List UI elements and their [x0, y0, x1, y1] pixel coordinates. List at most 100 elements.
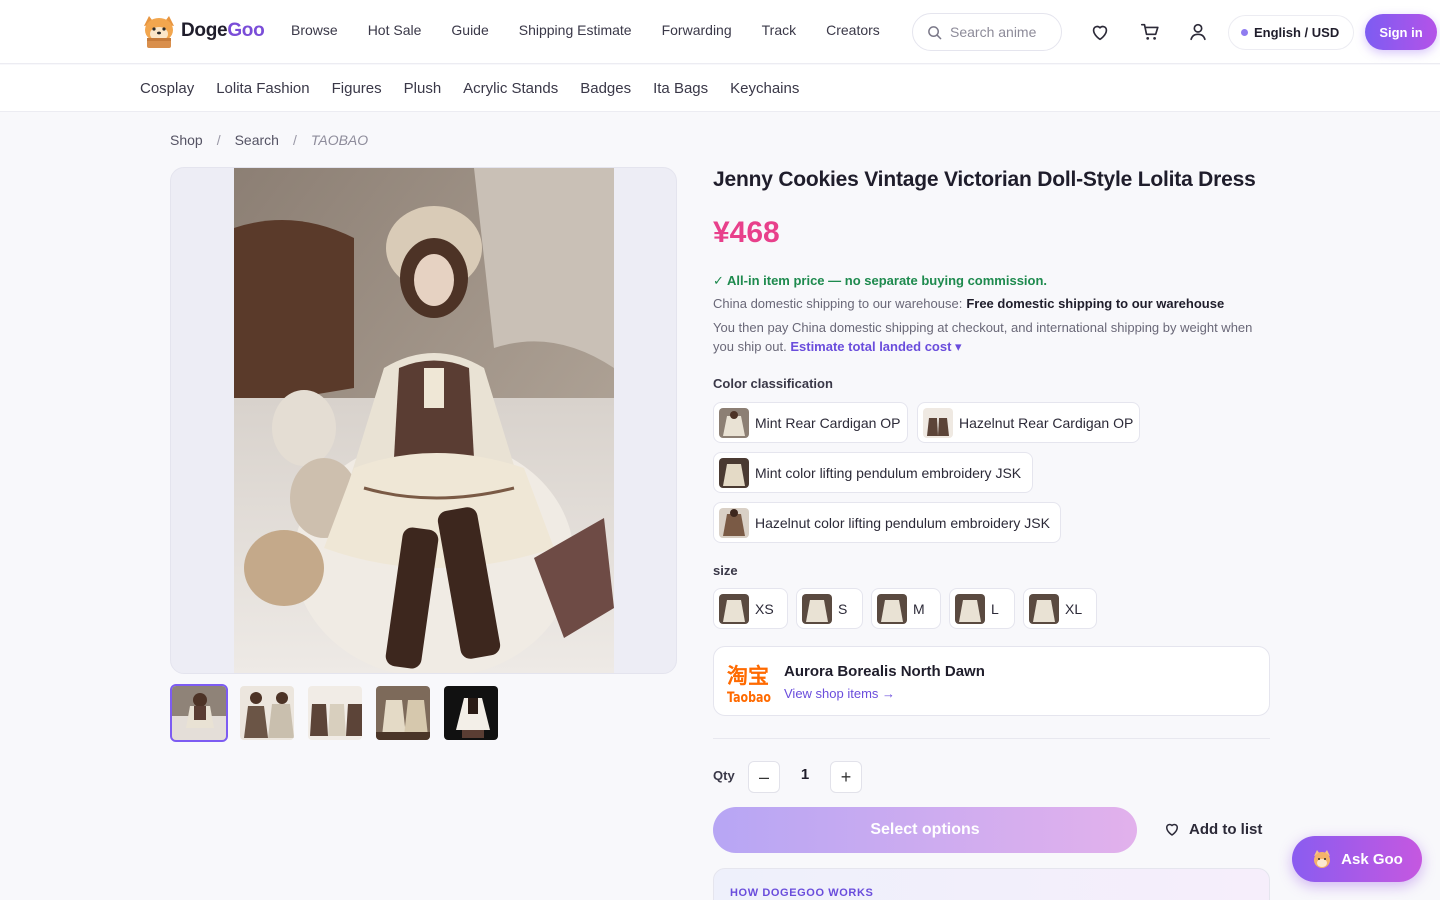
divider — [713, 738, 1270, 739]
account-button[interactable] — [1186, 20, 1210, 44]
all-in-price-note: ✓ All-in item price — no separate buying… — [713, 273, 1048, 288]
swatch-image — [719, 507, 749, 538]
domestic-shipping-info: China domestic shipping to our warehouse… — [713, 296, 1224, 311]
size-option-xl[interactable]: XL — [1023, 588, 1097, 629]
color-option-label: Mint Rear Cardigan OP — [755, 414, 901, 431]
ask-goo-chat-button[interactable]: Ask Goo — [1292, 836, 1422, 882]
logo[interactable]: DogeGoo — [141, 14, 265, 48]
size-option-label: size — [713, 563, 738, 578]
swatch-image — [719, 593, 749, 624]
category-plush[interactable]: Plush — [404, 80, 442, 97]
size-option-m[interactable]: M — [871, 588, 941, 629]
shop-name: Aurora Borealis North Dawn — [784, 663, 985, 680]
product-price: ¥468 — [713, 216, 780, 249]
top-navigation: DogeGoo Browse Hot Sale Guide Shipping E… — [0, 0, 1440, 64]
add-to-list-label: Add to list — [1189, 820, 1263, 838]
search-box[interactable] — [912, 13, 1062, 51]
wishlist-button[interactable] — [1088, 20, 1112, 44]
how-it-works-card: HOW DOGEGOO WORKS — [713, 868, 1270, 900]
size-option-label: M — [913, 600, 925, 617]
estimate-landed-cost-link[interactable]: Estimate total landed cost ▾ — [790, 339, 961, 354]
cart-button[interactable] — [1138, 20, 1162, 44]
main-nav: Browse Hot Sale Guide Shipping Estimate … — [291, 22, 910, 38]
shipping-value: Free domestic shipping to our warehouse — [966, 296, 1225, 311]
logo-text: DogeGoo — [181, 20, 265, 42]
shiba-logo-icon — [141, 14, 177, 48]
quantity-value[interactable]: 1 — [790, 766, 820, 783]
color-option-hazelnut-jsk[interactable]: Hazelnut color lifting pendulum embroide… — [713, 502, 1061, 543]
shiba-chat-icon — [1314, 850, 1331, 868]
category-ita-bags[interactable]: Ita Bags — [653, 80, 708, 97]
quantity-increment-button[interactable]: + — [830, 761, 862, 793]
language-label: English / USD — [1254, 25, 1340, 40]
size-option-label: L — [991, 600, 999, 617]
search-input[interactable] — [950, 24, 1050, 40]
logo-text-doge: Doge — [181, 20, 228, 41]
sign-in-button[interactable]: Sign in — [1365, 14, 1437, 50]
shipping-note: You then pay China domestic shipping at … — [713, 318, 1273, 356]
breadcrumb-search[interactable]: Search — [235, 132, 279, 148]
category-bar: Cosplay Lolita Fashion Figures Plush Acr… — [0, 65, 1440, 112]
breadcrumb-shop[interactable]: Shop — [170, 132, 203, 148]
size-option-xs[interactable]: XS — [713, 588, 788, 629]
shipping-label: China domestic shipping to our warehouse… — [713, 296, 963, 311]
thumbnail-1[interactable] — [170, 684, 228, 742]
breadcrumb-separator: / — [216, 132, 221, 148]
nav-browse[interactable]: Browse — [291, 22, 338, 38]
breadcrumb: Shop / Search / TAOBAO — [170, 132, 368, 148]
category-acrylic-stands[interactable]: Acrylic Stands — [463, 80, 558, 97]
swatch-image — [877, 593, 907, 624]
swatch-image — [802, 593, 832, 624]
size-option-l[interactable]: L — [949, 588, 1015, 629]
color-option-label: Hazelnut Rear Cardigan OP — [959, 414, 1134, 431]
category-keychains[interactable]: Keychains — [730, 80, 799, 97]
user-icon — [1190, 23, 1206, 41]
size-option-label: S — [838, 600, 848, 617]
nav-creators[interactable]: Creators — [826, 22, 880, 38]
shop-card[interactable]: 淘宝 Taobao Aurora Borealis North Dawn Vie… — [713, 646, 1270, 716]
select-options-button[interactable]: Select options — [713, 807, 1137, 853]
product-main-image[interactable] — [170, 167, 677, 674]
ask-goo-label: Ask Goo — [1341, 850, 1403, 868]
product-photo — [234, 168, 614, 673]
category-figures[interactable]: Figures — [332, 80, 382, 97]
thumbnail-strip — [170, 684, 500, 742]
color-option-hazelnut-cardigan[interactable]: Hazelnut Rear Cardigan OP — [917, 402, 1140, 443]
swatch-image — [923, 407, 953, 438]
thumbnail-4[interactable] — [374, 684, 432, 742]
globe-icon — [1241, 29, 1248, 36]
thumbnail-2[interactable] — [238, 684, 296, 742]
swatch-image — [1029, 593, 1059, 624]
nav-hot-sale[interactable]: Hot Sale — [368, 22, 422, 38]
nav-shipping-estimate[interactable]: Shipping Estimate — [519, 22, 632, 38]
logo-text-goo: Goo — [227, 20, 265, 41]
thumbnail-5[interactable] — [442, 684, 500, 742]
add-to-list-button[interactable]: Add to list — [1163, 820, 1262, 838]
quantity-label: Qty — [713, 768, 735, 783]
how-it-works-heading: HOW DOGEGOO WORKS — [730, 887, 874, 899]
swatch-image — [719, 407, 749, 438]
size-option-label: XS — [755, 600, 774, 617]
thumbnail-3[interactable] — [306, 684, 364, 742]
category-lolita-fashion[interactable]: Lolita Fashion — [216, 80, 309, 97]
taobao-logo-en: Taobao — [727, 690, 771, 705]
product-title: Jenny Cookies Vintage Victorian Doll-Sty… — [713, 168, 1256, 191]
heart-icon — [1092, 25, 1108, 41]
nav-track[interactable]: Track — [762, 22, 796, 38]
swatch-image — [719, 457, 749, 488]
quantity-decrement-button[interactable]: – — [748, 761, 780, 793]
breadcrumb-current: TAOBAO — [310, 132, 369, 148]
cart-icon — [1140, 23, 1159, 40]
category-cosplay[interactable]: Cosplay — [140, 80, 194, 97]
color-option-mint-cardigan[interactable]: Mint Rear Cardigan OP — [713, 402, 908, 443]
language-currency-selector[interactable]: English / USD — [1228, 15, 1355, 50]
view-shop-items-link[interactable]: View shop items → — [784, 686, 895, 701]
heart-icon — [1166, 823, 1178, 836]
category-badges[interactable]: Badges — [580, 80, 631, 97]
color-option-mint-jsk[interactable]: Mint color lifting pendulum embroidery J… — [713, 452, 1033, 493]
taobao-logo-icon: 淘宝 Taobao — [726, 659, 774, 706]
color-option-label: Hazelnut color lifting pendulum embroide… — [755, 514, 1050, 531]
nav-forwarding[interactable]: Forwarding — [662, 22, 732, 38]
size-option-s[interactable]: S — [796, 588, 863, 629]
nav-guide[interactable]: Guide — [451, 22, 488, 38]
